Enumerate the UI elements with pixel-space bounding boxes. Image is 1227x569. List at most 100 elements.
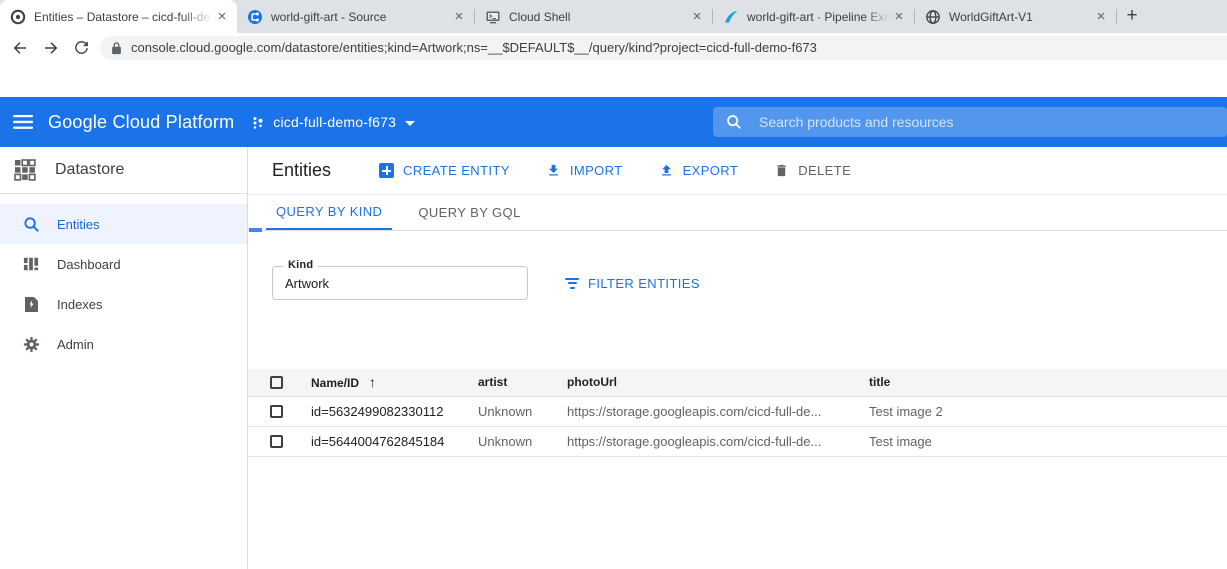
project-icon [251,114,266,130]
browser-tab-cloud-shell[interactable]: Cloud Shell × [475,0,712,33]
search-input[interactable] [759,114,1159,130]
sidebar-nav: Entities Dashboard Indexes Admin [0,204,247,364]
export-button[interactable]: EXPORT [659,163,739,178]
cell-photourl: https://storage.googleapis.com/cicd-full… [567,396,869,426]
cloud-shell-icon [485,9,501,25]
cell-name-id[interactable]: id=5632499082330112 [311,396,478,426]
browser-tab-entities[interactable]: Entities – Datastore – cicd-full-de × [0,0,237,33]
gcp-console-icon [10,9,26,25]
back-button[interactable] [4,34,35,62]
sidebar-item-label: Admin [57,337,94,352]
kind-input[interactable] [273,267,527,299]
filter-entities-button[interactable]: FILTER ENTITIES [565,275,700,291]
tab-title: world-gift-art · Pipeline Execution [747,10,890,24]
column-header-photourl[interactable]: photoUrl [567,369,869,396]
import-icon [546,163,561,178]
close-icon[interactable]: × [213,8,231,26]
url-bar[interactable]: console.cloud.google.com/datastore/entit… [100,36,1227,60]
gcp-header: Google Cloud Platform cicd-full-demo-f67… [0,97,1227,147]
browser-tab-pipeline[interactable]: world-gift-art · Pipeline Execution × [713,0,914,33]
entities-table: Name/ID↑ artist photoUrl title id=563249… [248,369,1227,457]
kind-field-row: Kind FILTER ENTITIES [272,266,1227,300]
gcp-logo[interactable]: Google Cloud Platform [48,112,234,133]
source-repo-icon [247,9,263,25]
column-header-name-id[interactable]: Name/ID↑ [311,369,478,396]
main-header: Entities CREATE ENTITY IMPORT EXPORT DEL… [248,147,1227,195]
import-button[interactable]: IMPORT [546,163,623,178]
export-icon [659,163,674,178]
trash-icon [774,163,789,178]
spinnaker-icon [723,9,739,25]
cell-artist: Unknown [478,426,567,456]
scroll-indicator[interactable] [249,228,262,232]
create-entity-button[interactable]: CREATE ENTITY [379,163,510,178]
select-all-checkbox[interactable] [270,376,283,389]
url-text: console.cloud.google.com/datastore/entit… [131,40,817,55]
column-header-artist[interactable]: artist [478,369,567,396]
sidebar-header: Datastore [0,147,247,194]
project-switcher[interactable]: cicd-full-demo-f673 [251,114,415,130]
tab-title: world-gift-art - Source [271,10,450,24]
reload-button[interactable] [66,34,97,62]
query-tabs: QUERY BY KIND QUERY BY GQL [248,195,1227,231]
export-label: EXPORT [683,163,739,178]
page-gap [0,62,1227,97]
filter-entities-label: FILTER ENTITIES [588,276,700,291]
search-icon [726,114,742,130]
cell-artist: Unknown [478,396,567,426]
tab-title: Entities – Datastore – cicd-full-de [34,10,213,24]
sidebar: Datastore Entities Dashboard Indexes [0,147,248,569]
forward-button[interactable] [35,34,66,62]
close-icon[interactable]: × [890,8,908,26]
gear-icon [22,336,40,353]
tab-title: WorldGiftArt-V1 [949,10,1092,24]
table-row[interactable]: id=5644004762845184 Unknown https://stor… [248,426,1227,456]
chevron-down-icon [405,121,415,126]
page-title: Entities [272,160,331,181]
tab-query-by-kind[interactable]: QUERY BY KIND [266,195,392,230]
new-tab-button[interactable]: + [1117,3,1147,31]
table-row[interactable]: id=5632499082330112 Unknown https://stor… [248,396,1227,426]
sidebar-item-admin[interactable]: Admin [0,324,247,364]
close-icon[interactable]: × [450,8,468,26]
project-name: cicd-full-demo-f673 [273,114,396,130]
sidebar-item-indexes[interactable]: Indexes [0,284,247,324]
globe-icon [925,9,941,25]
kind-field: Kind [272,266,528,300]
kind-field-label: Kind [283,259,318,271]
close-icon[interactable]: × [1092,8,1110,26]
tab-separator [712,9,713,24]
sidebar-item-label: Dashboard [57,257,121,272]
sidebar-item-dashboard[interactable]: Dashboard [0,244,247,284]
filter-icon [565,275,579,291]
hamburger-menu-icon[interactable] [0,97,46,147]
tab-separator [1116,9,1117,24]
row-checkbox[interactable] [270,405,283,418]
column-header-title[interactable]: title [869,369,1227,396]
sidebar-title: Datastore [55,161,124,179]
add-box-icon [379,163,394,178]
browser-tab-strip: Entities – Datastore – cicd-full-de × wo… [0,0,1227,33]
delete-button[interactable]: DELETE [774,163,851,178]
content: Datastore Entities Dashboard Indexes [0,147,1227,569]
tab-separator [474,9,475,24]
sort-ascending-icon: ↑ [369,374,376,390]
row-checkbox[interactable] [270,435,283,448]
lock-icon [111,41,122,55]
tab-separator [914,9,915,24]
search-icon [22,216,40,233]
table-header-row: Name/ID↑ artist photoUrl title [248,369,1227,396]
cell-name-id[interactable]: id=5644004762845184 [311,426,478,456]
indexes-icon [22,296,40,313]
close-icon[interactable]: × [688,8,706,26]
tab-query-by-gql[interactable]: QUERY BY GQL [408,195,530,230]
dashboard-icon [22,256,40,272]
sidebar-item-label: Entities [57,217,100,232]
datastore-icon [14,159,36,181]
browser-tab-source[interactable]: world-gift-art - Source × [237,0,474,33]
browser-tab-worldgiftart[interactable]: WorldGiftArt-V1 × [915,0,1116,33]
query-panel: Kind FILTER ENTITIES Name/ID↑ [248,266,1227,457]
delete-label: DELETE [798,163,851,178]
sidebar-item-entities[interactable]: Entities [0,204,247,244]
header-search-box[interactable] [713,107,1227,137]
